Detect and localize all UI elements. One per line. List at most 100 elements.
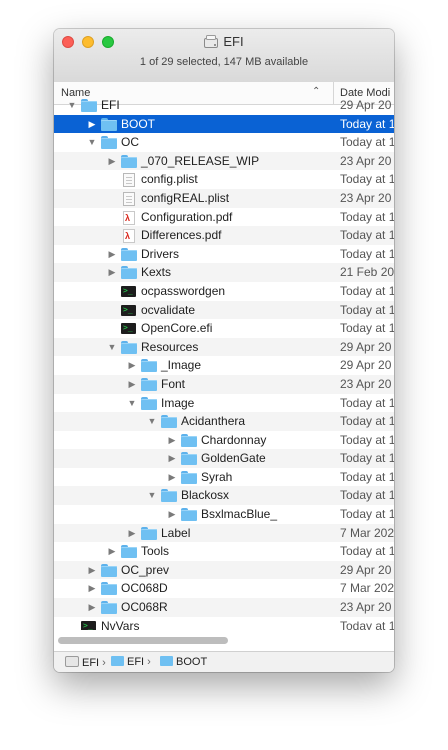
file-row[interactable]: ▶ OC068D 7 Mar 202 (54, 579, 394, 598)
file-row[interactable]: ▶ Drivers Today at 1 (54, 245, 394, 264)
file-row[interactable]: >_ ocpasswordgen Today at 1 (54, 282, 394, 301)
disclosure-closed-icon[interactable]: ▶ (106, 542, 118, 560)
disclosure-closed-icon[interactable]: ▶ (106, 152, 118, 170)
file-row[interactable]: ▼ Image Today at 1 (54, 394, 394, 413)
folder-icon (181, 452, 197, 466)
file-row[interactable]: config.plist Today at 1 (54, 170, 394, 189)
file-name: _070_RELEASE_WIP (141, 153, 260, 168)
file-row[interactable]: ▶ Label 7 Mar 202 (54, 523, 394, 543)
file-row[interactable]: >_ NvVars Today at 1 (54, 617, 394, 630)
file-name: ocpasswordgen (141, 283, 226, 298)
folder-icon (121, 340, 137, 354)
disclosure-closed-icon[interactable]: ▶ (166, 431, 178, 449)
file-name: NvVars (101, 618, 140, 630)
file-row[interactable]: ▶ Kexts 21 Feb 20 (54, 263, 394, 282)
disclosure-closed-icon[interactable]: ▶ (106, 263, 118, 281)
title-bar[interactable]: EFI 1 of 29 selected, 147 MB available (54, 29, 394, 83)
file-date: 23 Apr 20 (340, 153, 392, 168)
file-date: Today at 1 (340, 283, 394, 298)
disclosure-closed-icon[interactable]: ▶ (166, 505, 178, 523)
disclosure-closed-icon[interactable]: ▶ (126, 375, 138, 393)
disclosure-closed-icon[interactable]: ▶ (166, 449, 178, 467)
file-date: 23 Apr 20 (340, 600, 392, 615)
file-name: Configuration.pdf (141, 209, 233, 224)
folder-icon (111, 656, 124, 666)
folder-icon (101, 582, 117, 596)
folder-icon (141, 396, 157, 410)
file-name: Resources (141, 339, 199, 354)
file-row[interactable]: ▶ Chardonnay Today at 1 (54, 431, 394, 450)
file-row[interactable]: >_ OpenCore.efi Today at 1 (54, 319, 394, 338)
disclosure-open-icon[interactable]: ▼ (146, 412, 158, 430)
file-row[interactable]: ▼ Resources 29 Apr 20 (54, 337, 394, 357)
pdf-icon: λ (121, 229, 137, 244)
file-name: OC_prev (121, 562, 170, 577)
disclosure-open-icon[interactable]: ▼ (126, 394, 138, 412)
file-row[interactable]: ▶ BOOT Today at 1 (54, 114, 394, 134)
file-date: Today at 1 (340, 116, 394, 131)
file-row[interactable]: ▼ EFI 29 Apr 20 (54, 96, 394, 115)
file-row[interactable]: ▶ Syrah Today at 1 (54, 468, 394, 487)
disclosure-closed-icon[interactable]: ▶ (126, 524, 138, 542)
disclosure-closed-icon[interactable]: ▶ (106, 245, 118, 263)
disclosure-closed-icon[interactable]: ▶ (126, 356, 138, 374)
file-name: BsxlmacBlue_ (201, 507, 278, 522)
file-name: Acidanthera (181, 414, 246, 429)
path-crumb-label: EFI (127, 656, 145, 668)
disclosure-closed-icon[interactable]: ▶ (86, 579, 98, 597)
file-date: Today at 1 (340, 135, 394, 150)
file-row[interactable]: ▶ Font 23 Apr 20 (54, 374, 394, 394)
folder-icon (161, 489, 177, 503)
disclosure-open-icon[interactable]: ▼ (146, 486, 158, 504)
file-name: Chardonnay (201, 432, 267, 447)
file-name: Image (161, 395, 195, 410)
file-row[interactable]: ▶ _070_RELEASE_WIP 23 Apr 20 (54, 151, 394, 171)
file-name: Font (161, 376, 186, 391)
file-name: Kexts (141, 265, 172, 280)
disclosure-open-icon[interactable]: ▼ (106, 338, 118, 356)
file-row[interactable]: λ Configuration.pdf Today at 1 (54, 208, 394, 227)
executable-icon: >_ (121, 304, 137, 317)
folder-icon (181, 508, 197, 522)
path-crumb-efi-folder[interactable]: EFI › (111, 656, 154, 668)
file-row[interactable]: ▶ Tools Today at 1 (54, 542, 394, 561)
path-crumb-label: EFI (82, 657, 100, 669)
disclosure-closed-icon[interactable]: ▶ (86, 115, 98, 133)
file-row[interactable]: >_ ocvalidate Today at 1 (54, 300, 394, 320)
folder-icon (101, 136, 117, 150)
folder-icon (101, 117, 117, 131)
file-date: 29 Apr 20 (340, 98, 392, 112)
path-crumb-efi-volume[interactable]: EFI › (65, 656, 109, 669)
disclosure-closed-icon[interactable]: ▶ (86, 561, 98, 579)
file-name: OC068R (121, 600, 168, 615)
file-row[interactable]: λ Differences.pdf Today at 1 (54, 226, 394, 245)
file-row[interactable]: ▶ OC068R 23 Apr 20 (54, 598, 394, 617)
path-crumb-boot[interactable]: BOOT (160, 656, 207, 668)
file-date: 29 Apr 20 (340, 339, 392, 354)
file-date: 23 Apr 20 (340, 376, 392, 391)
file-name: _Image (161, 358, 202, 373)
file-row[interactable]: ▼ Acidanthera Today at 1 (54, 412, 394, 431)
file-row[interactable]: ▶ GoldenGate Today at 1 (54, 449, 394, 468)
file-row[interactable]: ▶ BsxlmacBlue_ Today at 1 (54, 505, 394, 524)
file-name: OC068D (121, 581, 168, 596)
folder-icon (101, 563, 117, 577)
folder-icon (81, 99, 97, 112)
disclosure-closed-icon[interactable]: ▶ (166, 468, 178, 486)
horizontal-scrollbar[interactable] (58, 637, 228, 644)
file-row[interactable]: ▼ Blackosx Today at 1 (54, 486, 394, 506)
file-list[interactable]: ▼ EFI 29 Apr 20 ▶ BOOT Today at 1 ▼ OC Today at … (54, 96, 394, 630)
file-row[interactable]: ▶ _Image 29 Apr 20 (54, 356, 394, 375)
disclosure-open-icon[interactable]: ▼ (66, 96, 78, 114)
file-row[interactable]: configREAL.plist 23 Apr 20 (54, 188, 394, 208)
file-name: Drivers (141, 246, 179, 261)
disclosure-closed-icon[interactable]: ▶ (86, 598, 98, 616)
executable-icon: >_ (121, 285, 137, 298)
disclosure-open-icon[interactable]: ▼ (86, 133, 98, 151)
file-date: 7 Mar 202 (340, 581, 394, 596)
file-row[interactable]: ▼ OC Today at 1 (54, 133, 394, 152)
file-row[interactable]: ▶ OC_prev 29 Apr 20 (54, 560, 394, 580)
executable-icon: >_ (121, 322, 137, 335)
file-name: GoldenGate (201, 451, 266, 466)
file-name: EFI (101, 98, 120, 112)
